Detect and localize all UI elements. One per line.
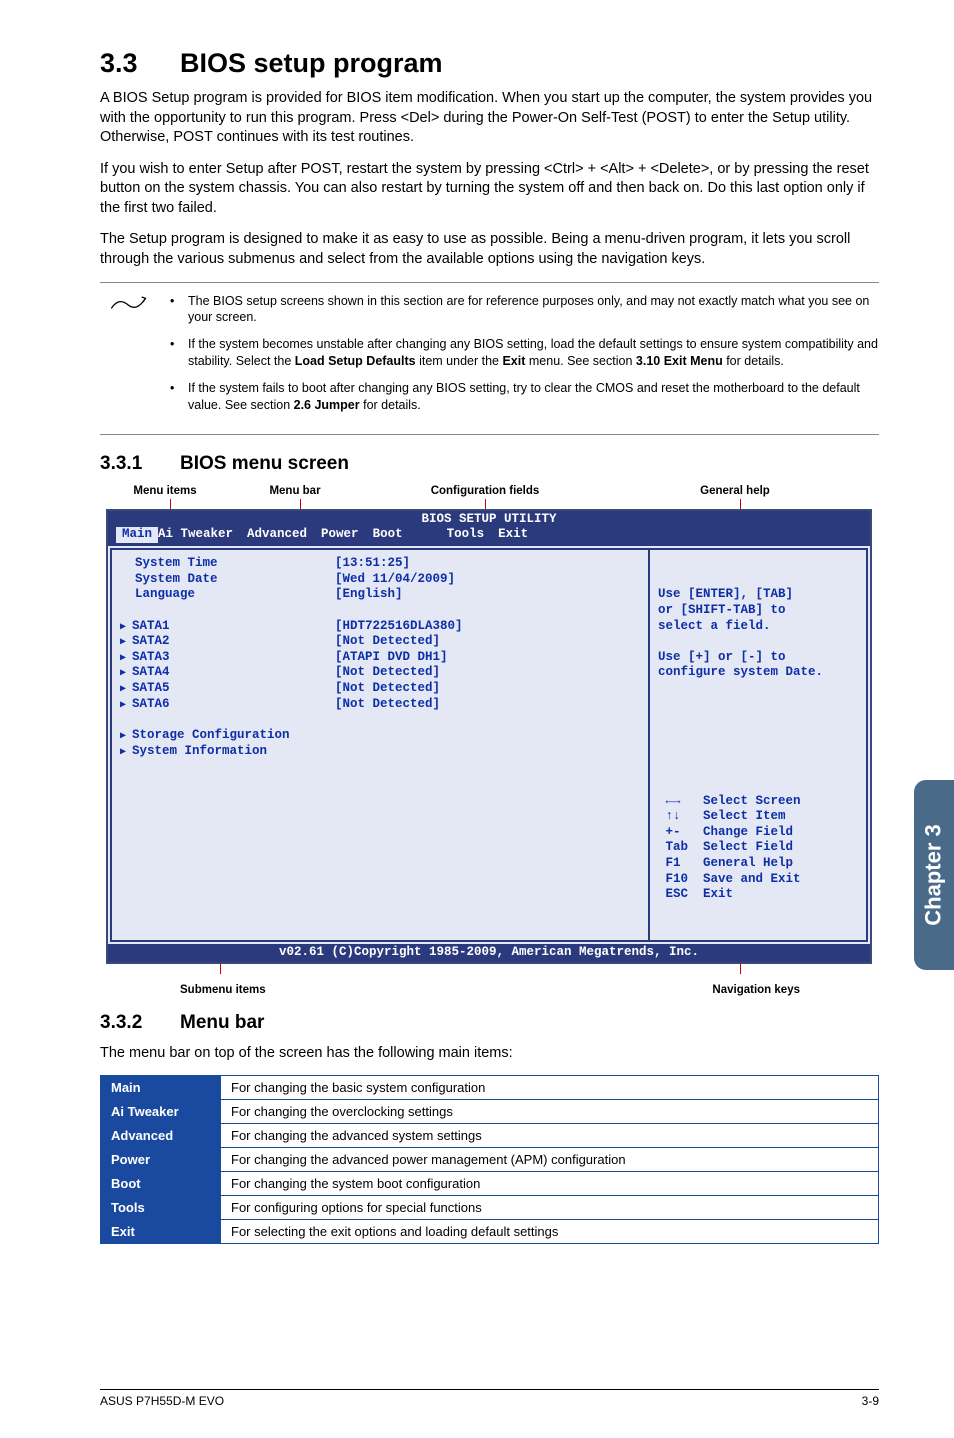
bios-menubar: Main Ai Tweaker Advanced Power Boot Tool…	[108, 527, 870, 545]
table-row: BootFor changing the system boot configu…	[101, 1172, 879, 1196]
menu-key: Advanced	[101, 1124, 221, 1148]
menu-description: For changing the system boot configurati…	[221, 1172, 879, 1196]
table-row: ToolsFor configuring options for special…	[101, 1196, 879, 1220]
note-list: The BIOS setup screens shown in this sec…	[170, 293, 879, 424]
menu-bar-table-body: MainFor changing the basic system config…	[101, 1076, 879, 1244]
bios-left-pane: System TimeSystem DateLanguage SATA1SATA2…	[110, 548, 648, 942]
paragraph-1: A BIOS Setup program is provided for BIO…	[100, 89, 879, 148]
bios-top-labels: Menu items Menu bar Configuration fields…	[100, 485, 879, 497]
bios-submenu-item[interactable]: System Information	[120, 744, 320, 760]
bios-help-top: Use [ENTER], [TAB] or [SHIFT-TAB] to sel…	[658, 587, 858, 681]
bios-field-value[interactable]: [Not Detected]	[320, 665, 640, 681]
table-row: MainFor changing the basic system config…	[101, 1076, 879, 1100]
bios-submenu-item[interactable]: SATA1	[120, 619, 320, 635]
bios-submenu-item[interactable]: Storage Configuration	[120, 728, 320, 744]
bios-title-bar: BIOS SETUP UTILITY Main Ai Tweaker Advan…	[108, 511, 870, 546]
table-row: Ai TweakerFor changing the overclocking …	[101, 1100, 879, 1124]
footer-page-number: 3-9	[862, 1394, 879, 1408]
note-item-2: If the system becomes unstable after cha…	[170, 336, 879, 370]
section-title: 3.3BIOS setup program	[100, 48, 879, 79]
bios-left-names: System TimeSystem DateLanguage SATA1SATA2…	[120, 556, 320, 934]
menu-key: Tools	[101, 1196, 221, 1220]
subsection-332-name: Menu bar	[180, 1012, 264, 1033]
note-item-1: The BIOS setup screens shown in this sec…	[170, 293, 879, 327]
menu-description: For changing the advanced system setting…	[221, 1124, 879, 1148]
bios-tab-advanced[interactable]: Advanced	[247, 527, 321, 543]
bios-field-value[interactable]: [HDT722516DLA380]	[320, 619, 640, 635]
bios-field-name	[120, 603, 320, 619]
menubar-intro: The menu bar on top of the screen has th…	[100, 1044, 879, 1064]
bios-field-value[interactable]: [English]	[320, 587, 640, 603]
bios-submenu-item[interactable]: SATA5	[120, 681, 320, 697]
bios-field-value[interactable]: [Not Detected]	[320, 697, 640, 713]
bios-tab-exit[interactable]: Exit	[498, 527, 542, 543]
bios-field-name[interactable]: Language	[120, 587, 320, 603]
bios-right-pane: Use [ENTER], [TAB] or [SHIFT-TAB] to sel…	[648, 548, 868, 942]
table-row: AdvancedFor changing the advanced system…	[101, 1124, 879, 1148]
section-name: BIOS setup program	[180, 48, 443, 78]
menu-description: For changing the overclocking settings	[221, 1100, 879, 1124]
subsection-332-title: 3.3.2Menu bar	[100, 1012, 879, 1034]
bios-field-value[interactable]: [Wed 11/04/2009]	[320, 572, 640, 588]
bios-submenu-item[interactable]: SATA3	[120, 650, 320, 666]
menu-key: Ai Tweaker	[101, 1100, 221, 1124]
bios-submenu-item[interactable]: SATA4	[120, 665, 320, 681]
section-number: 3.3	[100, 48, 180, 79]
bios-tab-power[interactable]: Power	[321, 527, 373, 543]
bios-help-bottom: ←→ Select Screen ↑↓ Select Item +- Chang…	[658, 794, 858, 903]
menu-bar-table: MainFor changing the basic system config…	[100, 1075, 879, 1244]
bios-field-value[interactable]: [Not Detected]	[320, 634, 640, 650]
menu-description: For selecting the exit options and loadi…	[221, 1220, 879, 1244]
menu-description: For configuring options for special func…	[221, 1196, 879, 1220]
label-navigation-keys: Navigation keys	[520, 984, 860, 996]
note-icon	[100, 293, 170, 424]
footer-product: ASUS P7H55D-M EVO	[100, 1394, 224, 1408]
bios-bottom-labels: Submenu items Navigation keys	[100, 984, 879, 996]
label-menu-bar: Menu bar	[230, 485, 360, 497]
bios-figure: Menu items Menu bar Configuration fields…	[100, 485, 879, 996]
table-row: PowerFor changing the advanced power man…	[101, 1148, 879, 1172]
menu-key: Main	[101, 1076, 221, 1100]
menu-key: Exit	[101, 1220, 221, 1244]
bios-field-value	[320, 603, 640, 619]
table-row: ExitFor selecting the exit options and l…	[101, 1220, 879, 1244]
label-config-fields: Configuration fields	[360, 485, 610, 497]
menu-description: For changing the basic system configurat…	[221, 1076, 879, 1100]
label-menu-items: Menu items	[100, 485, 230, 497]
menu-key: Boot	[101, 1172, 221, 1196]
bios-field-name[interactable]: System Date	[120, 572, 320, 588]
label-submenu-items: Submenu items	[100, 984, 520, 996]
bios-utility-title: BIOS SETUP UTILITY	[108, 512, 870, 528]
subsection-331-name: BIOS menu screen	[180, 453, 349, 474]
bios-tab-boot[interactable]: Boot	[373, 527, 417, 543]
menu-description: For changing the advanced power manageme…	[221, 1148, 879, 1172]
bios-tab-ai-tweaker[interactable]: Ai Tweaker	[158, 527, 247, 543]
bios-submenu-item[interactable]: SATA6	[120, 697, 320, 713]
menu-key: Power	[101, 1148, 221, 1172]
bios-screen: BIOS SETUP UTILITY Main Ai Tweaker Advan…	[106, 509, 872, 964]
note-block: The BIOS setup screens shown in this sec…	[100, 282, 879, 435]
chapter-tab: Chapter 3	[914, 780, 954, 970]
bios-body: System TimeSystem DateLanguage SATA1SATA2…	[108, 546, 870, 944]
subsection-331-title: 3.3.1BIOS menu screen	[100, 453, 879, 475]
bios-tab-tools[interactable]: Tools	[447, 527, 499, 543]
page-footer: ASUS P7H55D-M EVO 3-9	[100, 1389, 879, 1408]
subsection-332-number: 3.3.2	[100, 1012, 180, 1034]
bios-field-value[interactable]: [Not Detected]	[320, 681, 640, 697]
bios-left-values: [13:51:25][Wed 11/04/2009][English] [HDT7…	[320, 556, 640, 934]
bios-field-value[interactable]: [13:51:25]	[320, 556, 640, 572]
label-general-help: General help	[610, 485, 860, 497]
paragraph-3: The Setup program is designed to make it…	[100, 230, 879, 269]
bios-field-name[interactable]: System Time	[120, 556, 320, 572]
paragraph-2: If you wish to enter Setup after POST, r…	[100, 160, 879, 219]
bios-copyright: v02.61 (C)Copyright 1985-2009, American …	[108, 944, 870, 962]
bios-submenu-item[interactable]: SATA2	[120, 634, 320, 650]
chapter-tab-label: Chapter 3	[921, 824, 947, 925]
subsection-331-number: 3.3.1	[100, 453, 180, 475]
bios-field-value[interactable]: [ATAPI DVD DH1]	[320, 650, 640, 666]
bios-tab-main[interactable]: Main	[116, 527, 158, 543]
note-item-3: If the system fails to boot after changi…	[170, 380, 879, 414]
bios-field-name	[120, 712, 320, 728]
